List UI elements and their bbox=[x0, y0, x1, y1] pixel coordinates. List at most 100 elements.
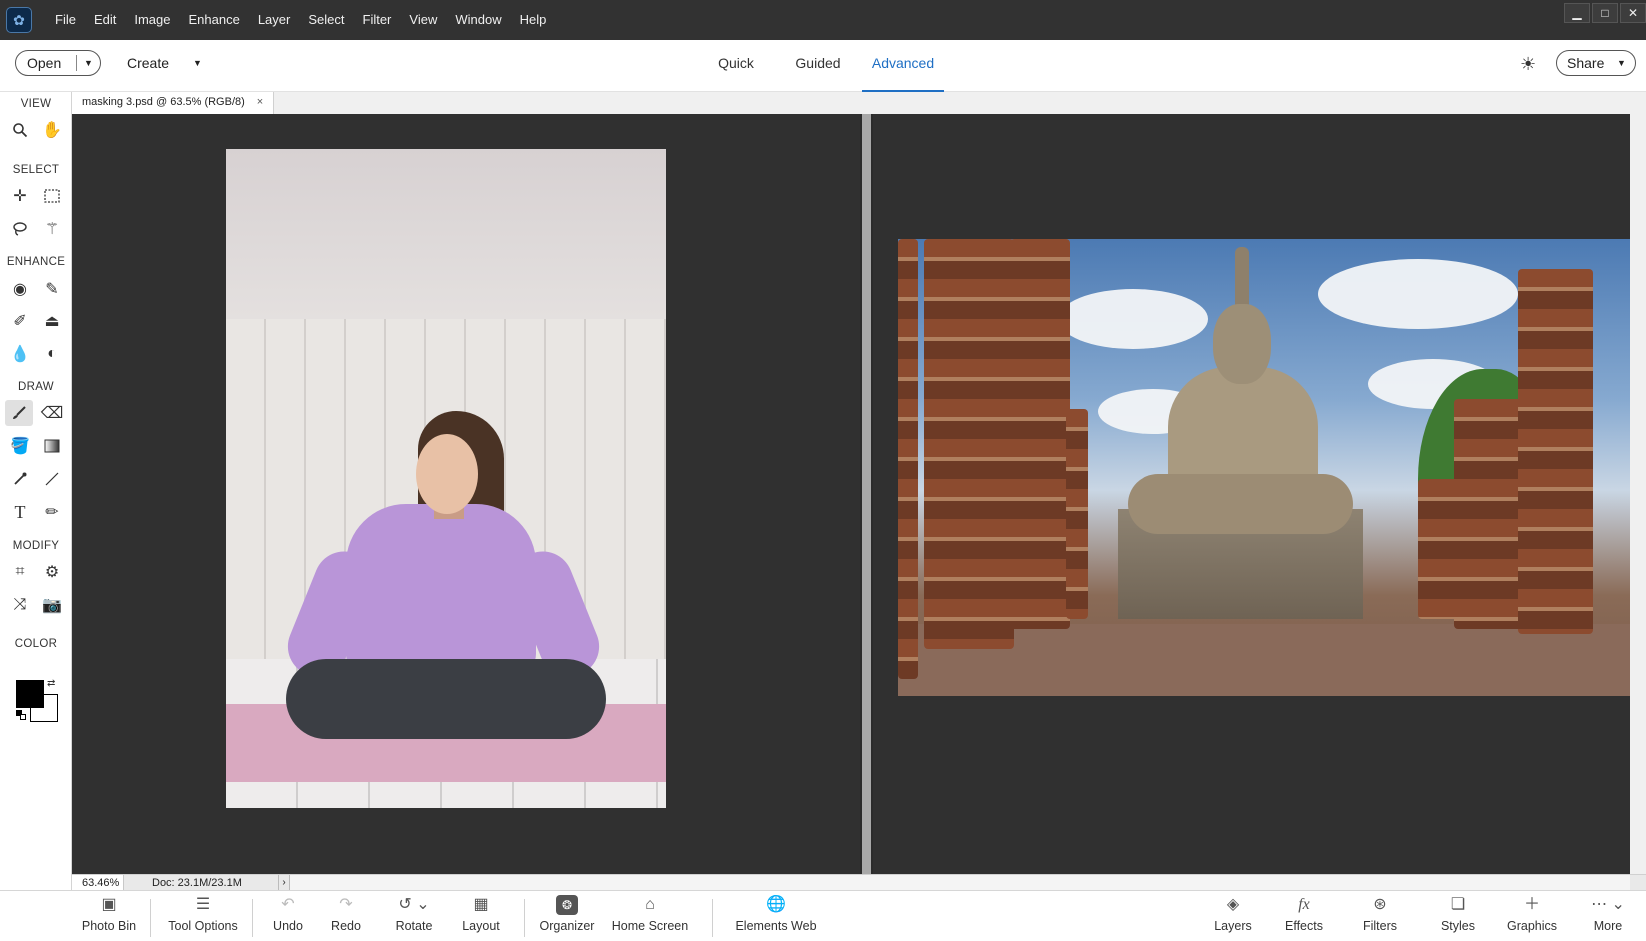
line-tool-icon[interactable] bbox=[38, 466, 66, 492]
split-view-divider[interactable] bbox=[860, 114, 873, 874]
clone-stamp-icon[interactable]: ⏏ bbox=[38, 308, 66, 334]
horizontal-scrollbar[interactable] bbox=[290, 875, 1630, 891]
menu-select[interactable]: Select bbox=[299, 0, 353, 40]
default-colors-icon[interactable] bbox=[16, 710, 26, 720]
styles-button[interactable]: ❏ Styles bbox=[1433, 891, 1483, 941]
section-draw: DRAW bbox=[18, 381, 54, 393]
undo-button[interactable]: ↶ Undo bbox=[262, 891, 314, 941]
tab-quick[interactable]: Quick bbox=[714, 40, 758, 92]
document-tab-title: masking 3.psd @ 63.5% (RGB/8) bbox=[82, 96, 245, 108]
pillar bbox=[924, 239, 1014, 649]
pillar bbox=[898, 239, 918, 679]
pencil-tool-icon[interactable]: ✏ bbox=[38, 499, 66, 525]
share-dropdown-icon[interactable]: ▼ bbox=[1617, 58, 1626, 68]
menu-view[interactable]: View bbox=[400, 0, 446, 40]
close-tab-icon[interactable]: × bbox=[257, 92, 263, 114]
organizer-button[interactable]: ❂ Organizer bbox=[536, 891, 598, 941]
crop-tool-icon[interactable]: ⌗ bbox=[6, 559, 34, 585]
photo-bin-label: Photo Bin bbox=[81, 919, 137, 933]
document-info: Doc: 23.1M/23.1M bbox=[152, 877, 242, 889]
more-button[interactable]: ⋯ ⌄ More bbox=[1576, 891, 1640, 941]
effects-button[interactable]: fx Effects bbox=[1279, 891, 1329, 941]
gradient-tool-icon[interactable] bbox=[38, 433, 66, 459]
window-controls: ▁ □ ✕ bbox=[1562, 0, 1646, 26]
zoom-level-field[interactable]: 63.46% bbox=[72, 875, 124, 891]
menu-help[interactable]: Help bbox=[511, 0, 556, 40]
menu-window[interactable]: Window bbox=[446, 0, 510, 40]
app-logo-icon[interactable]: ✿ bbox=[6, 7, 32, 33]
status-menu-arrow[interactable]: › bbox=[278, 875, 290, 891]
layers-button[interactable]: ◈ Layers bbox=[1208, 891, 1258, 941]
zoom-tool-icon[interactable] bbox=[6, 117, 34, 143]
temple-photo[interactable] bbox=[898, 239, 1630, 696]
magic-wand-tool-icon[interactable]: ⚚ bbox=[38, 216, 66, 242]
redo-label: Redo bbox=[331, 919, 361, 933]
section-color: COLOR bbox=[14, 638, 58, 650]
close-window-icon[interactable]: ✕ bbox=[1620, 3, 1646, 23]
plus-icon: ＋ bbox=[1523, 896, 1540, 913]
filters-icon: ⊛ bbox=[1373, 896, 1387, 913]
redo-button[interactable]: ↷ Redo bbox=[320, 891, 372, 941]
tool-options-icon: ☰ bbox=[195, 896, 211, 913]
paint-bucket-icon[interactable]: 🪣 bbox=[6, 433, 34, 459]
healing-brush-icon[interactable]: ✎ bbox=[38, 276, 66, 302]
section-view: VIEW bbox=[20, 98, 52, 110]
yoga-head bbox=[416, 434, 478, 514]
hand-tool-icon[interactable]: ✋ bbox=[38, 117, 66, 143]
yoga-ceiling bbox=[226, 149, 666, 319]
recompose-tool-icon[interactable]: ⚙ bbox=[38, 559, 66, 585]
menu-filter[interactable]: Filter bbox=[354, 0, 401, 40]
move-tool-icon[interactable]: ✛ bbox=[6, 183, 34, 209]
foreground-color-swatch[interactable] bbox=[16, 680, 44, 708]
graphics-button[interactable]: ＋ Graphics bbox=[1502, 891, 1562, 941]
pillar bbox=[1518, 269, 1593, 634]
minimize-icon[interactable]: ▁ bbox=[1564, 3, 1590, 23]
elements-web-button[interactable]: 🌐 Elements Web bbox=[732, 891, 820, 941]
eraser-tool-icon[interactable]: ⌫ bbox=[38, 400, 66, 426]
home-screen-label: Home Screen bbox=[611, 919, 689, 933]
document-tab[interactable]: masking 3.psd @ 63.5% (RGB/8) × bbox=[72, 92, 275, 114]
marquee-tool-icon[interactable] bbox=[38, 183, 66, 209]
buddha-crown bbox=[1235, 247, 1249, 307]
blur-tool-icon[interactable]: 💧 bbox=[6, 341, 34, 367]
layout-button[interactable]: ▦ Layout bbox=[456, 891, 506, 941]
buddha-head bbox=[1213, 304, 1271, 384]
sponge-tool-icon[interactable]: ◐ bbox=[38, 341, 66, 367]
menu-file[interactable]: File bbox=[46, 0, 85, 40]
swap-colors-icon[interactable]: ⇄ bbox=[47, 678, 55, 689]
lasso-tool-icon[interactable] bbox=[6, 216, 34, 242]
menu-edit[interactable]: Edit bbox=[85, 0, 125, 40]
red-eye-tool-icon[interactable]: ◉ bbox=[6, 276, 34, 302]
straighten-tool-icon[interactable]: 📷 bbox=[38, 592, 66, 618]
rotate-button[interactable]: ↺ ⌄ Rotate bbox=[384, 891, 444, 941]
undo-label: Undo bbox=[273, 919, 303, 933]
organizer-icon: ❂ bbox=[536, 891, 598, 917]
photo-bin-button[interactable]: ▣ Photo Bin bbox=[74, 891, 144, 941]
section-select: SELECT bbox=[12, 164, 60, 176]
redo-icon: ↷ bbox=[339, 896, 353, 913]
tool-options-button[interactable]: ☰ Tool Options bbox=[158, 891, 248, 941]
tab-advanced[interactable]: Advanced bbox=[862, 40, 944, 92]
brush-tool-icon[interactable] bbox=[5, 400, 33, 426]
content-aware-move-icon[interactable]: ⤨ bbox=[6, 592, 34, 618]
menu-layer[interactable]: Layer bbox=[249, 0, 300, 40]
vertical-scrollbar[interactable] bbox=[1630, 114, 1646, 874]
filters-button[interactable]: ⊛ Filters bbox=[1355, 891, 1405, 941]
smart-brush-icon[interactable]: ✐ bbox=[6, 308, 34, 334]
home-screen-button[interactable]: ⌂ Home Screen bbox=[610, 891, 690, 941]
pillar bbox=[1454, 399, 1524, 629]
effects-label: Effects bbox=[1285, 919, 1323, 933]
rotate-icon: ↺ ⌄ bbox=[398, 896, 430, 913]
menu-enhance[interactable]: Enhance bbox=[180, 0, 249, 40]
menu-image[interactable]: Image bbox=[125, 0, 179, 40]
yoga-photo[interactable] bbox=[226, 149, 666, 808]
share-button[interactable]: Share ▼ bbox=[1556, 50, 1636, 76]
maximize-icon[interactable]: □ bbox=[1592, 3, 1618, 23]
brightness-icon[interactable]: ☀ bbox=[1520, 54, 1536, 75]
tab-guided[interactable]: Guided bbox=[790, 40, 846, 92]
cloud bbox=[1318, 259, 1518, 329]
type-tool-icon[interactable]: T bbox=[6, 499, 34, 525]
eyedropper-icon[interactable] bbox=[6, 466, 34, 492]
pillar bbox=[1066, 409, 1088, 619]
canvas-area[interactable] bbox=[72, 114, 1630, 874]
